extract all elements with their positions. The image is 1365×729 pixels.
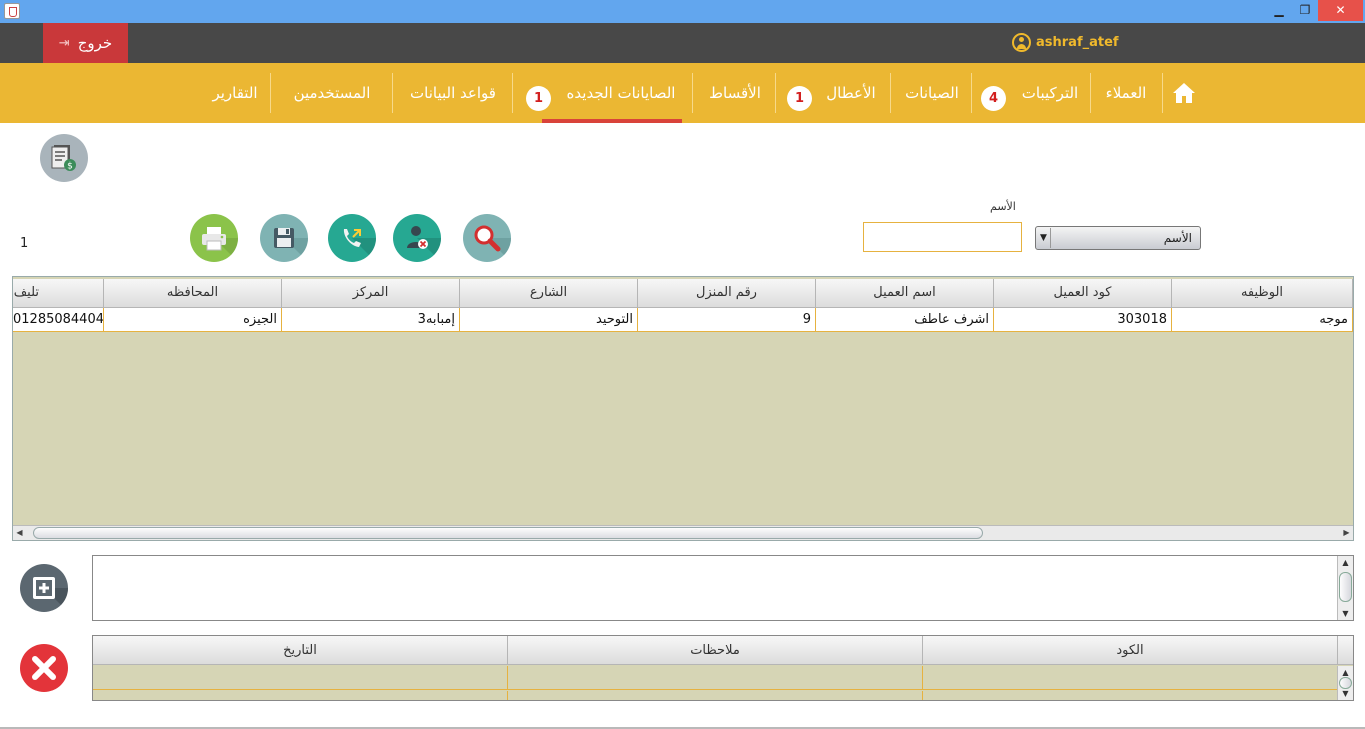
scroll-down-icon[interactable]: ▼ xyxy=(1338,687,1353,700)
result-count: 1 xyxy=(20,236,29,251)
save-button[interactable] xyxy=(260,214,308,262)
column-header-corner xyxy=(1338,636,1353,665)
phone-call-icon xyxy=(343,229,376,262)
notes-textarea[interactable]: ▲ ▼ xyxy=(92,555,1354,621)
horizontal-scrollbar[interactable]: ◀ ▶ xyxy=(13,525,1353,540)
invoice-button[interactable]: $ xyxy=(40,134,88,182)
nav-separator xyxy=(890,73,891,113)
tab-databases[interactable]: قواعد البيانات xyxy=(398,63,508,123)
main-navbar: العملاء التركيبات 4 الصيانات الأعطال 1 ا… xyxy=(0,63,1365,123)
column-header[interactable]: اسم العميل xyxy=(816,279,994,308)
column-header[interactable]: ملاحظات xyxy=(508,636,923,665)
invoice-dollar-icon: $ xyxy=(51,145,76,172)
printer-icon xyxy=(202,227,238,262)
minimize-button[interactable]: ▁ xyxy=(1266,0,1292,21)
table-cell[interactable]: الجيزه xyxy=(104,308,282,332)
history-table: الكود ملاحظات التاريخ ▲ ▼ xyxy=(92,635,1354,701)
search-button[interactable] xyxy=(463,214,511,262)
nav-separator xyxy=(392,73,393,113)
logout-label: خروج xyxy=(77,34,113,52)
chevron-down-icon[interactable]: ▼ xyxy=(1037,228,1051,248)
maximize-button[interactable]: ❐ xyxy=(1292,0,1318,21)
scroll-up-icon[interactable]: ▲ xyxy=(1338,556,1353,569)
table-row[interactable] xyxy=(93,691,508,700)
tab-installations[interactable]: التركيبات xyxy=(1012,63,1088,123)
column-header[interactable]: المحافظه xyxy=(104,279,282,308)
installations-count-badge: 4 xyxy=(981,86,1006,111)
delete-button[interactable] xyxy=(20,644,68,692)
column-header[interactable]: كود العميل xyxy=(994,279,1172,308)
tab-reports[interactable]: التقارير xyxy=(205,63,265,123)
table-cell[interactable]: موجه xyxy=(1172,308,1353,332)
user-delete-icon xyxy=(407,226,441,262)
customers-table: الوظيفه كود العميل اسم العميل رقم المنزل… xyxy=(12,276,1354,541)
column-header[interactable]: تليف xyxy=(13,279,104,308)
exit-icon: ⇥ xyxy=(58,35,70,51)
home-icon[interactable] xyxy=(1172,82,1196,104)
logout-button[interactable]: ⇥ خروج xyxy=(43,23,128,63)
floppy-disk-icon xyxy=(274,228,308,262)
tab-customers[interactable]: العملاء xyxy=(1096,63,1156,123)
table-row[interactable] xyxy=(508,691,923,700)
table-cell[interactable]: التوحيد xyxy=(460,308,638,332)
column-header[interactable]: الوظيفه xyxy=(1172,279,1353,308)
column-header[interactable]: المركز xyxy=(282,279,460,308)
username-label: ashraf_atef xyxy=(1036,35,1119,50)
tab-users[interactable]: المستخدمين xyxy=(278,63,386,123)
active-tab-indicator xyxy=(542,119,682,123)
search-by-value: الأسم xyxy=(1163,231,1192,245)
table-cell[interactable]: 01285084404 xyxy=(13,308,104,332)
top-bar: ⇥ خروج ashraf_atef xyxy=(0,23,1365,63)
add-note-button[interactable] xyxy=(20,564,68,612)
table-cell[interactable]: إمبابه3 xyxy=(282,308,460,332)
nav-separator xyxy=(775,73,776,113)
nav-separator xyxy=(270,73,271,113)
nav-separator xyxy=(971,73,972,113)
magnifier-icon xyxy=(474,225,511,262)
call-button[interactable] xyxy=(328,214,376,262)
close-window-button[interactable]: ✕ xyxy=(1318,0,1363,21)
column-header[interactable]: التاريخ xyxy=(93,636,508,665)
window-titlebar: ▁ ❐ ✕ xyxy=(0,0,1365,23)
scrollbar-thumb[interactable] xyxy=(33,527,983,539)
scrollbar-thumb[interactable] xyxy=(1339,572,1352,602)
column-header[interactable]: الكود xyxy=(923,636,1338,665)
table-cell[interactable]: 303018 xyxy=(994,308,1172,332)
scroll-left-icon[interactable]: ◀ xyxy=(13,526,26,540)
tab-maintenance[interactable]: الصيانات xyxy=(896,63,968,123)
print-button[interactable] xyxy=(190,214,238,262)
table-row[interactable] xyxy=(508,666,923,690)
nav-separator xyxy=(1090,73,1091,113)
name-field-label: الأسم xyxy=(990,200,1016,213)
column-header[interactable]: الشارع xyxy=(460,279,638,308)
table-row[interactable] xyxy=(923,691,1338,700)
tab-installments[interactable]: الأقساط xyxy=(700,63,770,123)
table-row[interactable] xyxy=(93,666,508,690)
nav-separator xyxy=(692,73,693,113)
scroll-right-icon[interactable]: ▶ xyxy=(1340,526,1353,540)
current-user: ashraf_atef xyxy=(1012,33,1119,52)
user-icon xyxy=(1012,33,1031,52)
java-app-icon xyxy=(4,3,20,19)
add-square-icon xyxy=(33,577,68,612)
scroll-down-icon[interactable]: ▼ xyxy=(1338,607,1353,620)
new-maintenance-count-badge: 1 xyxy=(526,86,551,111)
faults-count-badge: 1 xyxy=(787,86,812,111)
name-search-input[interactable] xyxy=(863,222,1022,252)
search-by-select[interactable]: ▼ الأسم xyxy=(1035,226,1201,250)
table-cell[interactable]: 9 xyxy=(638,308,816,332)
vertical-scrollbar[interactable]: ▲ ▼ xyxy=(1337,666,1353,700)
close-x-icon xyxy=(32,656,56,680)
column-header[interactable]: رقم المنزل xyxy=(638,279,816,308)
nav-separator xyxy=(1162,73,1163,113)
nav-separator xyxy=(512,73,513,113)
table-row[interactable] xyxy=(923,666,1338,690)
tab-new-maintenance[interactable]: الصايانات الجديده xyxy=(556,63,686,123)
vertical-scrollbar[interactable]: ▲ ▼ xyxy=(1337,556,1353,620)
table-cell[interactable]: اشرف عاطف xyxy=(816,308,994,332)
delete-customer-button[interactable] xyxy=(393,214,441,262)
tab-faults[interactable]: الأعطال xyxy=(818,63,884,123)
svg-text:$: $ xyxy=(67,162,73,172)
